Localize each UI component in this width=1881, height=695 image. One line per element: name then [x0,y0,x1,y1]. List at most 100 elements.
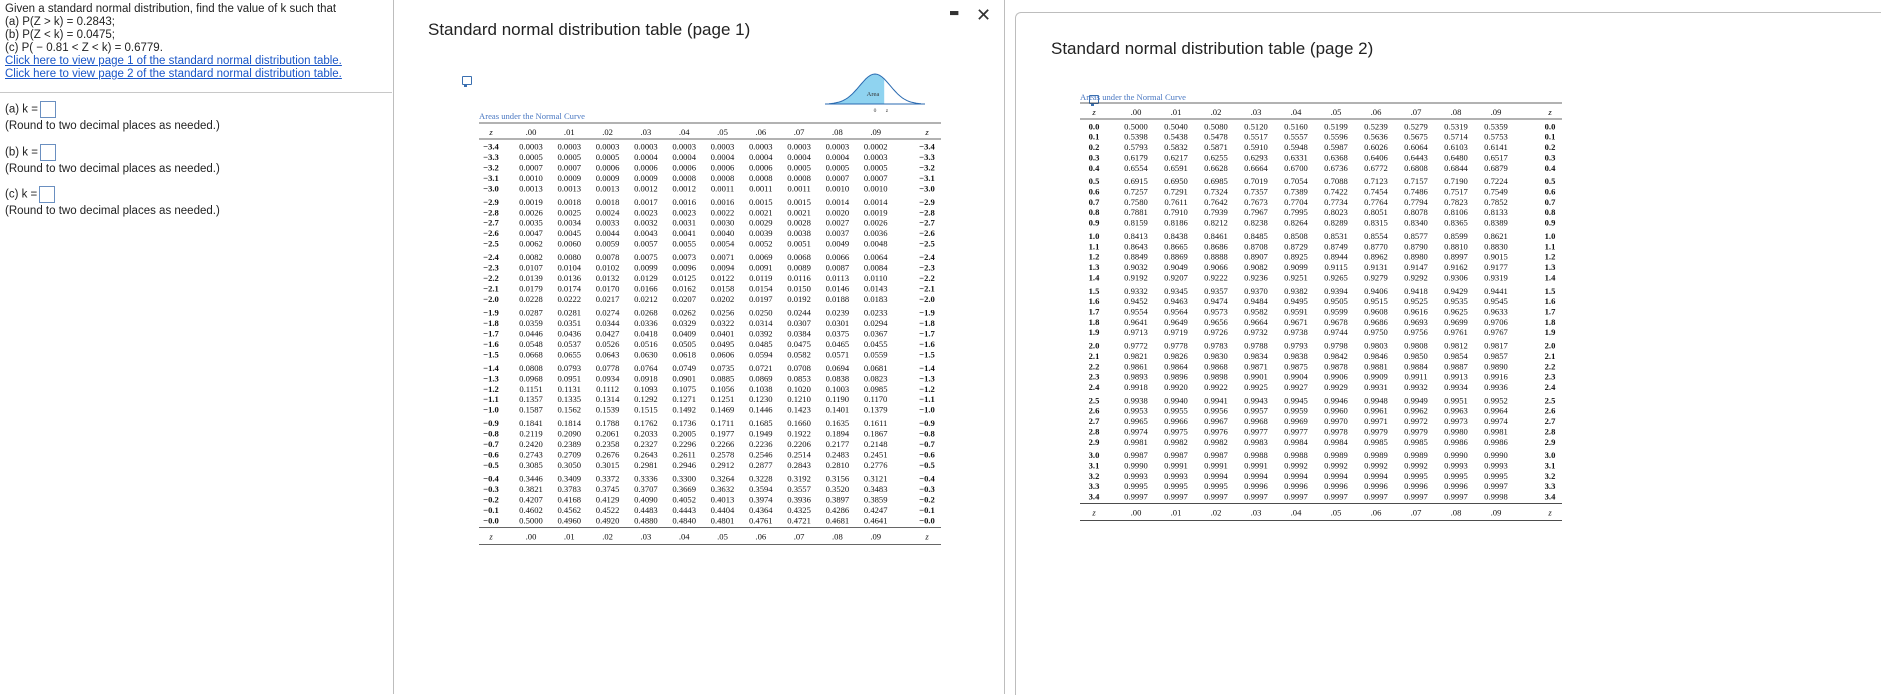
table-cell: 0.0012 [634,183,658,193]
table-cell: 0.0351 [557,318,581,328]
table-cell: 0.6026 [1364,142,1388,152]
table-cell: 0.4483 [634,505,658,515]
table-cell: 0.0009 [557,173,581,183]
row-z-value: 3.0 [1089,450,1100,460]
table-cell: 0.0084 [864,263,888,273]
table-cell: 0.7054 [1284,176,1308,186]
table-cell: 0.9996 [1284,481,1308,491]
row-z-value: 3.1 [1545,461,1556,471]
table-cell: 0.1335 [557,394,581,404]
column-footer: .03 [1251,508,1262,518]
table-cell: 0.0764 [634,363,658,373]
table-cell: 0.0113 [826,273,849,283]
table-cell: 0.9995 [1124,481,1148,491]
table-cell: 0.8686 [1204,241,1228,251]
table-cell: 0.1711 [711,418,734,428]
table-cell: 0.9778 [1164,341,1188,351]
table-cell: 0.0048 [864,239,888,249]
row-z-value: −2.0 [483,294,499,304]
row-z-value: −2.3 [483,263,499,273]
table-cell: 0.9251 [1284,272,1308,282]
table-cell: 0.7549 [1484,187,1508,197]
table-cell: 0.9992 [1364,461,1388,471]
table-cell: 0.3483 [864,484,888,494]
table-cell: 0.5000 [519,515,543,525]
question-panel: Given a standard normal distribution, fi… [0,0,392,694]
table-cell: 0.2420 [519,439,543,449]
row-z-value: 2.0 [1545,341,1556,351]
table-cell: 0.9993 [1164,471,1188,481]
table-cell: 0.9995 [1164,481,1188,491]
table-cell: 0.0039 [749,228,773,238]
table-cell: 0.9996 [1324,481,1348,491]
row-z-value: 0.1 [1089,132,1100,142]
table-cell: 0.0116 [787,273,811,283]
table-cell: 0.0091 [749,263,773,273]
answer-a-row: (a) k = [5,101,56,118]
table-cell: 0.9909 [1364,372,1388,382]
table-cell: 0.7881 [1124,207,1148,217]
table-page2-window: Standard normal distribution table (page… [1015,12,1881,695]
table-cell: 0.3085 [519,460,543,470]
table-cell: 0.1894 [826,429,850,439]
table-cell: 0.1038 [749,384,773,394]
table-cell: 0.6736 [1324,163,1348,173]
table-cell: 0.8749 [1324,241,1348,251]
table-page1-link[interactable]: Click here to view page 1 of the standar… [5,55,342,68]
table-cell: 0.0047 [519,228,543,238]
table-cell: 0.9938 [1124,395,1148,405]
table-cell: 0.9850 [1404,351,1428,361]
table-page2-link[interactable]: Click here to view page 2 of the standar… [5,68,342,81]
question-part-b: (b) P(Z < k) = 0.0475; [5,29,115,41]
table-cell: 0.0019 [864,207,888,217]
answer-a-input[interactable] [39,101,56,118]
table-cell: 0.7157 [1404,176,1428,186]
table-cell: 0.0918 [634,373,658,383]
row-z-value: 2.3 [1545,372,1556,382]
table1-open-icon[interactable] [462,76,472,87]
table-cell: 0.9989 [1324,450,1348,460]
row-z-value: 0.9 [1089,218,1100,228]
table-cell: 0.9994 [1244,471,1268,481]
row-z-value: −1.4 [483,363,499,373]
table-cell: 0.0009 [634,173,658,183]
table-cell: 0.0021 [749,207,773,217]
table-cell: 0.0026 [519,207,543,217]
table-cell: 0.9898 [1204,372,1228,382]
row-z-value: −1.7 [483,328,499,338]
table-cell: 0.7642 [1204,197,1228,207]
table-cell: 0.7852 [1484,197,1508,207]
table-cell: 0.9920 [1164,382,1188,392]
table-cell: 0.9861 [1124,361,1148,371]
table-cell: 0.9997 [1324,492,1348,502]
table-cell: 0.1357 [519,394,543,404]
table-cell: 0.8869 [1164,252,1188,262]
table-cell: 0.8770 [1364,241,1388,251]
answer-c-label: (c) k = [5,188,38,201]
table-cell: 0.2090 [557,429,581,439]
table-cell: 0.0041 [672,228,696,238]
table-cell: 0.0409 [672,328,696,338]
table-cell: 0.5359 [1484,121,1508,131]
table-cell: 0.0015 [787,197,811,207]
table-cell: 0.9918 [1124,382,1148,392]
table-cell: 0.0082 [519,252,543,262]
table-cell: 0.0869 [749,373,773,383]
column-header: .08 [1451,107,1462,117]
axis-z-label: z [886,108,889,114]
table-cell: 0.3228 [749,474,773,484]
table-cell: 0.0003 [519,141,543,151]
table-cell: 0.0033 [596,218,620,228]
answer-b-input[interactable] [39,144,56,161]
table-cell: 0.0485 [749,339,773,349]
table-cell: 0.7704 [1284,197,1308,207]
minimize-button[interactable]: ▬ [949,6,959,19]
table-cell: 0.9983 [1244,437,1268,447]
table-cell: 0.1131 [558,384,581,394]
table-cell: 0.0436 [557,328,581,338]
table-cell: 0.2236 [749,439,773,449]
answer-c-input[interactable] [39,186,56,203]
table-cell: 0.9949 [1404,395,1428,405]
table-cell: 0.0505 [672,339,696,349]
close-button[interactable]: ✕ [976,5,991,26]
